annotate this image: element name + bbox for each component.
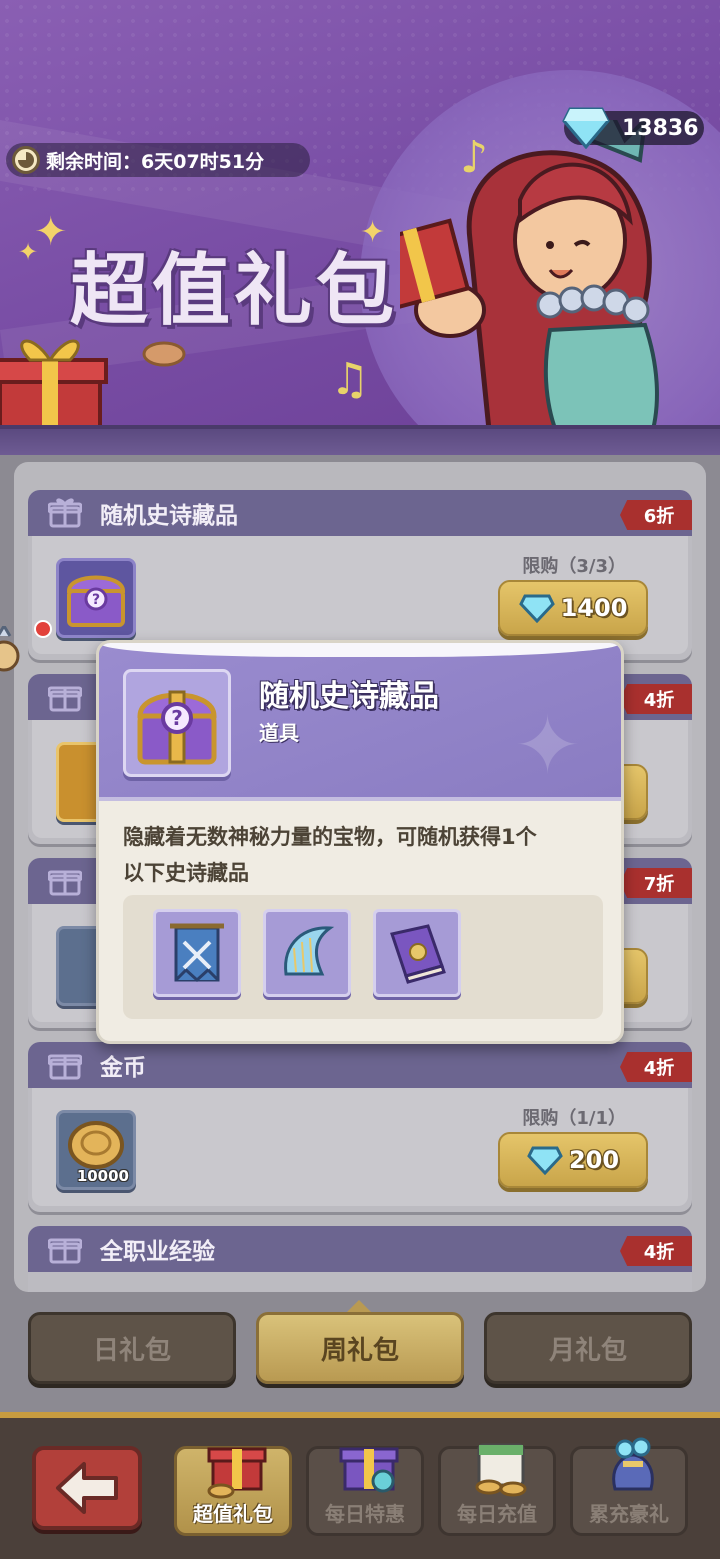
item-slot[interactable]: ?	[56, 558, 136, 638]
diamond-icon	[518, 594, 555, 623]
treasure-chest-icon: ?	[137, 690, 217, 765]
time-remaining-bar: 剩余时间：6天07时51分	[6, 143, 310, 177]
reward-preview-list	[123, 895, 603, 1019]
item-detail-popup[interactable]: ✦ ? 随机史诗藏品 道具 隐藏着无数神秘力量的宝物，可随机获得1个 以下史诗藏…	[96, 640, 624, 1044]
coin-icon	[142, 341, 186, 367]
price: 1400	[560, 594, 628, 622]
nav-label: 每日特惠	[325, 1502, 405, 1526]
gift-icon	[48, 686, 82, 712]
nav-label: 累充豪礼	[589, 1502, 669, 1526]
pack-card-header: 随机史诗藏品	[28, 490, 692, 536]
reward-slot[interactable]	[373, 909, 461, 997]
pack-card-body: ? 限购（3/3） 1400	[32, 536, 688, 654]
popup-description: 隐藏着无数神秘力量的宝物，可随机获得1个 以下史诗藏品	[123, 819, 603, 891]
svg-text:?: ?	[92, 592, 100, 608]
star-decoration-icon: ✦	[513, 699, 581, 792]
clock-icon	[12, 146, 40, 174]
discount-badge: 6折	[620, 500, 692, 530]
item-quantity: 10000	[76, 1167, 129, 1185]
calendar-icon	[475, 1443, 527, 1497]
page-root: ✦ ✦ ✦ ♪ ♫ 超值礼包 剩余时间：6天07时51分 13836 随机史诗藏…	[0, 0, 720, 1559]
notification-dot	[34, 620, 52, 638]
purchase-limit: 限购（3/3）	[522, 556, 626, 577]
nav-label: 每日充值	[457, 1502, 537, 1526]
side-character-icon[interactable]	[0, 626, 22, 688]
gift-box-icon	[0, 339, 108, 440]
tab-monthly-pack[interactable]: 月礼包	[484, 1312, 692, 1384]
svg-text:?: ?	[171, 706, 183, 730]
sparkle-icon: ✦	[18, 238, 39, 266]
nav-daily-deal[interactable]: 每日特惠	[306, 1446, 424, 1536]
pack-title: 全职业经验	[100, 1239, 215, 1265]
popup-title: 随机史诗藏品	[259, 679, 439, 714]
discount-badge: 7折	[620, 868, 692, 898]
gift-icon	[48, 1238, 82, 1264]
panel-top-band	[0, 425, 720, 455]
pack-card: 全职业经验 4折	[28, 1226, 692, 1292]
popup-header: ✦ ? 随机史诗藏品 道具	[99, 643, 621, 801]
pack-card-header: 金币	[28, 1042, 692, 1088]
item-slot[interactable]: 10000	[56, 1110, 136, 1190]
popup-item-icon: ?	[123, 669, 231, 777]
gem-balance[interactable]: 13836	[562, 107, 704, 149]
banner-title: 超值礼包	[70, 246, 399, 336]
gift-stack-icon	[207, 1447, 267, 1499]
book-icon	[390, 924, 446, 984]
harp-icon	[284, 926, 335, 976]
tab-daily-pack[interactable]: 日礼包	[28, 1312, 236, 1384]
reward-slot[interactable]	[263, 909, 351, 997]
music-note-icon: ♫	[330, 354, 370, 405]
pack-card-body: 10000 限购（1/1） 200	[32, 1088, 688, 1206]
diamond-icon	[527, 1146, 563, 1175]
diamond-icon	[562, 107, 610, 149]
popup-description-line: 隐藏着无数神秘力量的宝物，可随机获得1个	[123, 825, 537, 849]
popup-item-type: 道具	[259, 721, 299, 745]
gem-amount: 13836	[622, 115, 699, 141]
nav-daily-recharge[interactable]: 每日充值	[438, 1443, 556, 1536]
purchase-limit: 限购（1/1）	[522, 1108, 626, 1129]
popup-description-line: 以下史诗藏品	[123, 861, 249, 885]
mermaid-character-illustration	[400, 120, 659, 440]
treasure-chest-icon: ?	[66, 575, 126, 627]
nav-cumulative-reward[interactable]: 累充豪礼	[570, 1437, 688, 1536]
price: 200	[568, 1146, 620, 1174]
popup-snow-edge	[99, 643, 621, 657]
banner-icon	[170, 923, 224, 983]
gift-icon	[48, 1054, 82, 1080]
discount-badge: 4折	[620, 1236, 692, 1266]
pack-title: 金币	[100, 1055, 146, 1081]
gift-icon	[48, 498, 82, 528]
nav-label: 超值礼包	[193, 1502, 273, 1526]
reward-slot[interactable]	[153, 909, 241, 997]
purple-gift-icon	[339, 1447, 399, 1493]
pack-card-header: 全职业经验	[28, 1226, 692, 1272]
gold-coin-icon	[68, 1121, 124, 1169]
pack-title: 随机史诗藏品	[100, 503, 238, 529]
nav-value-pack[interactable]: 超值礼包	[174, 1446, 292, 1536]
pack-card: 随机史诗藏品 6折 ? 限购（3/3） 1400	[28, 490, 692, 660]
time-remaining-text: 剩余时间：6天07时51分	[46, 150, 265, 173]
arrow-left-icon	[56, 1462, 118, 1514]
buy-button[interactable]: 200	[498, 1132, 648, 1188]
gift-icon	[48, 870, 82, 896]
buy-button[interactable]: 1400	[498, 580, 648, 636]
discount-badge: 4折	[620, 1052, 692, 1082]
back-button[interactable]	[32, 1446, 142, 1530]
tab-weekly-pack[interactable]: 周礼包	[256, 1312, 464, 1384]
pack-card: 金币 4折 10000 限购（1/1） 200	[28, 1042, 692, 1212]
discount-badge: 4折	[620, 684, 692, 714]
banner: ✦ ✦ ✦ ♪ ♫ 超值礼包 剩余时间：6天07时51分 13836	[0, 0, 720, 440]
sparkle-icon: ✦	[34, 209, 68, 255]
treasure-bag-icon	[612, 1437, 654, 1491]
